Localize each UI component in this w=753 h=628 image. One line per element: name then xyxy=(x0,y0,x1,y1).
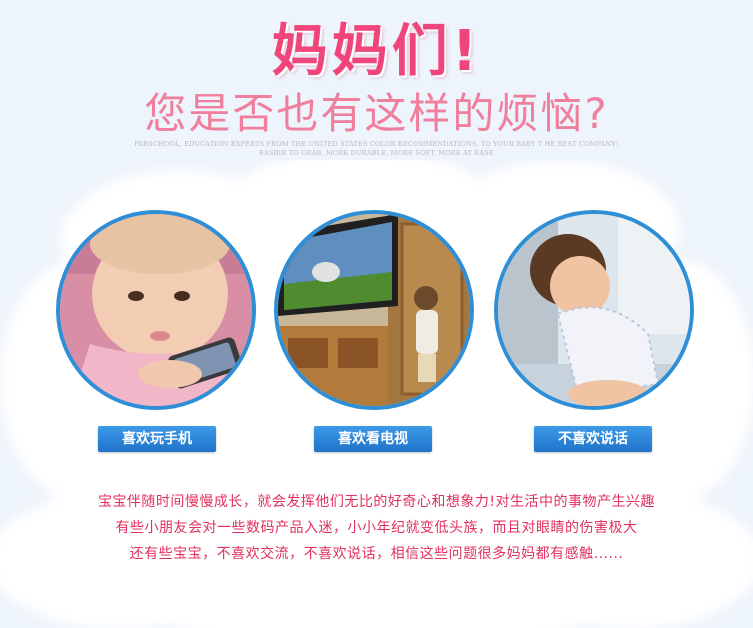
toddler-illustration xyxy=(498,214,690,406)
card-label-tv: 喜欢看电视 xyxy=(314,426,432,452)
tv-illustration xyxy=(278,214,470,406)
baby-with-phone-photo xyxy=(56,210,256,410)
english-tagline: PARSCHOOL, EDUCATION EXPERTS FROM THE UN… xyxy=(134,140,619,157)
page-subtitle: 您是否也有这样的烦恼? xyxy=(144,89,609,138)
sad-toddler-photo xyxy=(494,210,694,410)
page-title: 妈妈们! xyxy=(271,19,482,84)
card-label-talk: 不喜欢说话 xyxy=(534,426,652,452)
description-line-2: 有些小朋友会对一些数码产品入迷，小小年纪就变低头族，而且对眼睛的伤害极大 xyxy=(115,520,638,536)
description-line-3: 还有些宝宝，不喜欢交流，不喜欢说话，相信这些问题很多妈妈都有感触...... xyxy=(129,546,624,562)
description-line-1: 宝宝伴随时间慢慢成长，就会发挥他们无比的好奇心和想象力!对生活中的事物产生兴趣 xyxy=(97,494,656,510)
child-watching-tv-photo xyxy=(274,210,474,410)
card-label-phone: 喜欢玩手机 xyxy=(98,426,216,452)
baby-phone-illustration xyxy=(60,214,252,406)
